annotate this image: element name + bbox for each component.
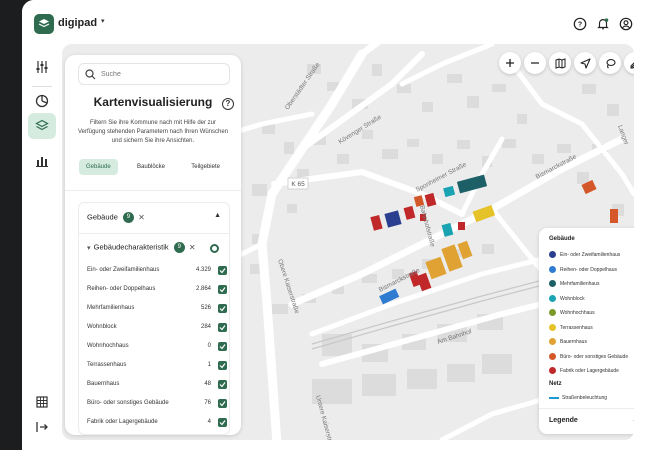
- filter-sliders-icon[interactable]: [28, 54, 56, 80]
- legend-line-swatch: [549, 397, 559, 399]
- tab-baubloecke[interactable]: Baublöcke: [130, 159, 172, 175]
- checkbox-checked-icon[interactable]: [218, 266, 227, 275]
- subsection-radio[interactable]: [210, 244, 219, 253]
- subsection-title: Gebäudecharakteristik: [93, 242, 169, 252]
- navigate-arrow-icon[interactable]: [574, 52, 596, 74]
- checkbox-checked-icon[interactable]: [218, 304, 227, 313]
- notification-bell-icon[interactable]: [595, 16, 611, 32]
- legend-title: Gebäude: [549, 236, 575, 242]
- legend-swatch: [549, 338, 556, 345]
- app-switcher-chevron-icon[interactable]: ▾: [101, 17, 105, 25]
- section-header[interactable]: Gebäude 9 ✕: [87, 212, 145, 223]
- app-logo[interactable]: [34, 14, 54, 34]
- bar-chart-icon[interactable]: [28, 148, 56, 174]
- tab-teilgebiete[interactable]: Teilgebiete: [184, 159, 227, 175]
- section-title: Gebäude: [87, 212, 118, 222]
- calendar-grid-icon[interactable]: [28, 389, 56, 415]
- zoom-out-icon[interactable]: [524, 52, 546, 74]
- list-item[interactable]: Fabrik oder Lagergebäude 4: [87, 417, 227, 429]
- list-item[interactable]: Terrassenhaus 1: [87, 360, 227, 372]
- road-shield-label: K 65: [291, 181, 305, 188]
- checkbox-checked-icon[interactable]: [218, 323, 227, 332]
- legend-swatch: [549, 294, 556, 302]
- clear-filter-icon[interactable]: ✕: [138, 213, 145, 222]
- list-item[interactable]: Reihen- oder Doppelhaus 2.864: [87, 284, 227, 296]
- map-view[interactable]: Oberstädter Straße Kövenger Straße Sponh…: [62, 44, 634, 440]
- list-item[interactable]: Büro- oder sonstiges Gebäude 76: [87, 398, 227, 410]
- panel-divider: [65, 190, 241, 191]
- checkbox-checked-icon[interactable]: [218, 361, 227, 370]
- collapse-chevron-icon[interactable]: ▲: [214, 212, 221, 219]
- top-bar: digipad ▾ ?: [22, 0, 650, 48]
- legend-swatch: [549, 367, 556, 374]
- section-divider: [79, 233, 229, 234]
- clear-subfilter-icon[interactable]: ✕: [189, 243, 196, 252]
- rail-divider: [32, 86, 52, 87]
- checkbox-checked-icon[interactable]: [218, 285, 227, 294]
- checkbox-checked-icon[interactable]: [218, 342, 227, 351]
- checkbox-checked-icon[interactable]: [218, 380, 227, 389]
- legend-swatch: [549, 323, 556, 331]
- svg-text:?: ?: [578, 22, 582, 29]
- app-window: digipad ▾ ? Oberstädter Straße Kövenger …: [22, 0, 650, 450]
- filter-count-badge: 9: [122, 212, 134, 223]
- ruler-pencil-icon[interactable]: [624, 52, 634, 74]
- zoom-controls: [499, 52, 546, 74]
- tab-bar: Gebäude Baublöcke Teilgebiete: [79, 159, 227, 175]
- search-icon: [85, 69, 96, 80]
- map-layers-icon[interactable]: [28, 113, 56, 139]
- checkbox-checked-icon[interactable]: [218, 418, 227, 427]
- list-item[interactable]: Wohnblock 284: [87, 322, 227, 334]
- layers-logo-icon: [38, 19, 50, 28]
- help-icon[interactable]: ?: [572, 16, 588, 32]
- help-circle-icon[interactable]: ?: [222, 98, 234, 110]
- list-item[interactable]: Ein- oder Zweifamilienhaus 4.329: [87, 265, 227, 277]
- list-item[interactable]: Mehrfamilienhaus 526: [87, 303, 227, 315]
- panel-title: Kartenvisualisierung: [93, 95, 213, 109]
- map-tool-controls: [549, 52, 634, 74]
- user-account-icon[interactable]: [618, 16, 634, 32]
- search-input[interactable]: [101, 68, 221, 81]
- panel-description: Filtern Sie ihre Kommune nach mit Hilfe …: [77, 120, 229, 144]
- legend-swatch: [549, 352, 556, 360]
- legend-divider: [539, 408, 634, 409]
- subfilter-count-badge: 9: [173, 242, 185, 253]
- buildings-filter-section: Gebäude 9 ✕ ▲ ▾ Gebäudecharakteristik 9 …: [78, 202, 230, 435]
- legend-swatch: [549, 309, 556, 316]
- zoom-in-icon[interactable]: [499, 52, 521, 74]
- legend-footer-chevron-icon[interactable]: ▲: [632, 416, 634, 423]
- expand-chevron-icon[interactable]: ▾: [87, 245, 91, 252]
- app-name[interactable]: digipad: [58, 17, 97, 29]
- tab-gebaeude[interactable]: Gebäude: [79, 159, 118, 175]
- lasso-icon[interactable]: [599, 52, 621, 74]
- legend-swatch: [549, 251, 556, 258]
- filter-panel: Kartenvisualisierung ? Filtern Sie ihre …: [65, 55, 241, 435]
- list-item[interactable]: Bauernhaus 48: [87, 379, 227, 391]
- logout-icon[interactable]: [28, 414, 56, 440]
- subsection-header[interactable]: ▾ Gebäudecharakteristik 9 ✕: [87, 242, 196, 253]
- list-item[interactable]: Wohnhochhaus 0: [87, 341, 227, 353]
- legend-footer-label[interactable]: Legende: [549, 417, 578, 424]
- side-rail: [22, 48, 62, 450]
- map-book-icon[interactable]: [549, 52, 571, 74]
- map-legend: Gebäude ▾ Ein- oder ZweifamilienhausReih…: [539, 228, 634, 434]
- checkbox-checked-icon[interactable]: [218, 399, 227, 408]
- legend-swatch: [549, 280, 556, 287]
- legend-swatch: [549, 265, 556, 273]
- analytics-pie-icon[interactable]: [28, 88, 56, 114]
- legend-net-title: Netz: [549, 381, 562, 387]
- search-box[interactable]: [78, 63, 230, 85]
